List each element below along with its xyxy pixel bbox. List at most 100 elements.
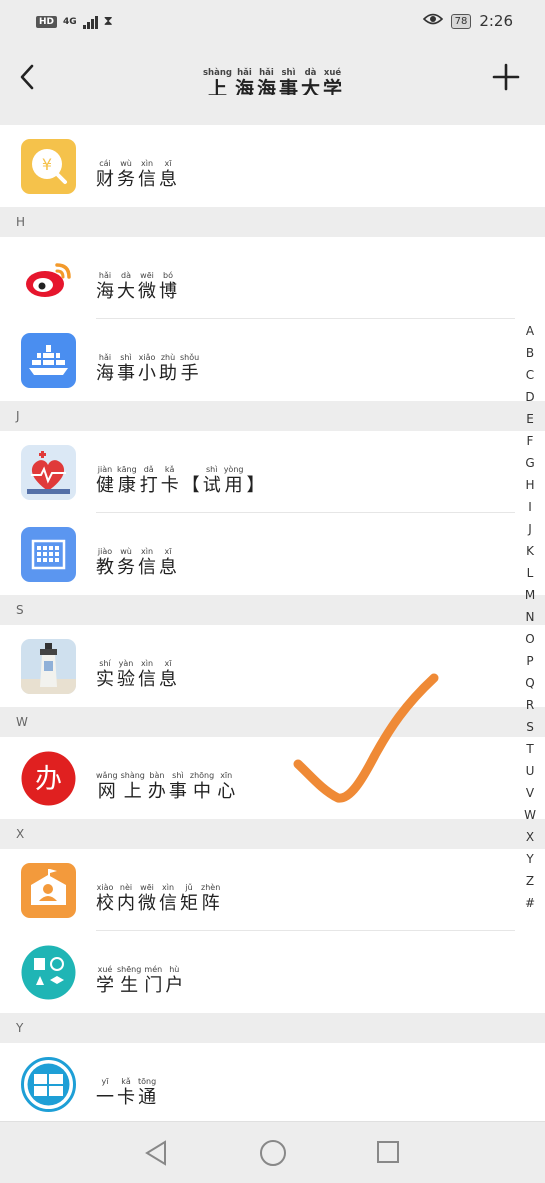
index-letter[interactable]: # (525, 892, 535, 914)
section-header: H (0, 207, 545, 237)
index-letter[interactable]: I (528, 496, 532, 518)
index-letter[interactable]: G (525, 452, 534, 474)
ruby-char: jǔ 矩 (180, 883, 198, 914)
index-letter[interactable]: D (525, 386, 534, 408)
ruby-char: cái 财 (96, 159, 114, 190)
signal-icon (82, 15, 98, 29)
ruby-char: hù 户 (165, 965, 184, 996)
index-letter[interactable]: Y (526, 848, 533, 870)
ruby-char: yī 一 (96, 1077, 114, 1108)
home-circle-icon[interactable] (258, 1138, 288, 1168)
network-type: 4G (63, 16, 77, 27)
section-header: S (0, 595, 545, 625)
index-letter[interactable]: R (526, 694, 534, 716)
index-letter[interactable]: J (528, 518, 532, 540)
item-label: wǎng 网 shàng 上 bàn 办 shì 事 zhōng 中 xīn 心 (96, 763, 235, 803)
index-letter[interactable]: V (526, 782, 534, 804)
ruby-char: zhèn 阵 (201, 883, 221, 914)
campus-icon (21, 863, 76, 918)
ruby-char: xìn 信 (138, 159, 156, 190)
list-item[interactable]: jiàn 健 kāng 康 dǎ 打 kǎ 卡【shì 试 yòng 用】 (0, 431, 545, 513)
section-header (0, 95, 545, 125)
alphabet-index[interactable]: A B C D E F G H I J K L M N O P Q R S T U V W X Y Z # (520, 320, 540, 914)
list-item[interactable]: jiào 教 wù 务 xìn 信 xī 息 (0, 513, 545, 595)
hourglass-icon: ⧗ (103, 14, 113, 29)
recents-square-icon[interactable] (375, 1139, 401, 1165)
section-letter: W (16, 715, 28, 729)
index-letter[interactable]: A (526, 320, 534, 342)
ruby-char: jiào 教 (96, 547, 114, 578)
ruby-char: hǎi 海 (96, 353, 114, 384)
add-button[interactable] (489, 60, 523, 94)
index-letter[interactable]: X (526, 826, 534, 848)
list-item[interactable]: ¥ cái 财 wù 务 xìn 信 xī 息 (0, 125, 545, 207)
item-label: xiào 校 nèi 内 wēi 微 xìn 信 jǔ 矩 zhèn 阵 (96, 875, 220, 915)
clock: 2:26 (479, 12, 513, 30)
section-header: X (0, 819, 545, 849)
index-letter[interactable]: B (526, 342, 534, 364)
lighthouse-icon (21, 639, 76, 694)
ruby-char: 【 (181, 475, 200, 496)
ruby-char: wēi 微 (138, 271, 156, 302)
list-item[interactable]: shí 实 yàn 验 xìn 信 xī 息 (0, 625, 545, 707)
ruby-char: kāng 康 (117, 465, 137, 496)
ruby-char: 】 (246, 475, 265, 496)
index-letter[interactable]: W (524, 804, 536, 826)
section-letter: X (16, 827, 25, 841)
index-letter[interactable]: P (526, 650, 533, 672)
ruby-char: xiǎo 小 (138, 353, 156, 384)
status-bar: HD 4G ⧗ 78 2:26 (0, 0, 545, 46)
ruby-char: wù 务 (117, 159, 135, 190)
office-icon: 办 (21, 751, 76, 806)
ruby-char: dà 大 (117, 271, 135, 302)
index-letter[interactable]: T (526, 738, 533, 760)
index-letter[interactable]: C (526, 364, 534, 386)
plus-icon (492, 63, 520, 91)
ruby-char: dǎ 打 (139, 465, 158, 496)
ruby-char: yàn 验 (117, 659, 135, 690)
list-item[interactable]: xué 学 shēng 生 mén 门 hù 户 (0, 931, 545, 1013)
ruby-char: shàng 上 (120, 771, 145, 802)
health-icon (21, 445, 76, 500)
index-letter[interactable]: E (526, 408, 534, 430)
list-item[interactable]: hǎi 海 shì 事 xiǎo 小 zhù 助 shǒu 手 (0, 319, 545, 401)
ruby-char: shēng 生 (117, 965, 142, 996)
index-letter[interactable]: M (525, 584, 535, 606)
index-letter[interactable]: L (527, 562, 534, 584)
ruby-char: wù 务 (117, 547, 135, 578)
svg-text:办: 办 (35, 764, 62, 795)
list-item[interactable]: 办 wǎng 网 shàng 上 bàn 办 shì 事 zhōng 中 xīn 心 (0, 737, 545, 819)
list-item[interactable]: xiào 校 nèi 内 wēi 微 xìn 信 jǔ 矩 zhèn 阵 (0, 849, 545, 931)
index-letter[interactable]: N (526, 606, 535, 628)
ruby-char: kǎ 卡 (117, 1077, 135, 1108)
index-letter[interactable]: Z (526, 870, 534, 892)
ruby-char: bó 博 (159, 271, 177, 302)
back-triangle-icon[interactable] (143, 1139, 169, 1167)
weibo-icon (21, 251, 76, 306)
svg-text:¥: ¥ (42, 155, 52, 174)
ruby-char: jiàn 健 (96, 465, 114, 496)
ruby-char: wǎng 网 (96, 771, 118, 802)
list-item[interactable]: hǎi 海 dà 大 wēi 微 bó 博 (0, 237, 545, 319)
ruby-char: nèi 内 (117, 883, 135, 914)
index-letter[interactable]: Q (525, 672, 534, 694)
index-letter[interactable]: S (526, 716, 534, 738)
list-item[interactable]: yī 一 kǎ 卡 tōng 通 (0, 1043, 545, 1125)
eye-icon (422, 12, 443, 30)
system-nav-bar (0, 1121, 545, 1183)
item-label: xué 学 shēng 生 mén 门 hù 户 (96, 957, 183, 997)
index-letter[interactable]: H (525, 474, 534, 496)
item-label: hǎi 海 dà 大 wēi 微 bó 博 (96, 263, 177, 303)
hd-badge: HD (36, 15, 58, 28)
ruby-char: xìn 信 (138, 547, 156, 578)
index-letter[interactable]: O (525, 628, 534, 650)
index-letter[interactable]: U (526, 760, 535, 782)
index-letter[interactable]: F (527, 430, 534, 452)
item-label: jiào 教 wù 务 xìn 信 xī 息 (96, 539, 177, 579)
ruby-char: xué 学 (96, 965, 114, 996)
section-letter: Y (16, 1021, 24, 1035)
section-letter: H (16, 215, 26, 229)
section-header: Y (0, 1013, 545, 1043)
index-letter[interactable]: K (526, 540, 534, 562)
ruby-char: xìn 信 (138, 659, 156, 690)
